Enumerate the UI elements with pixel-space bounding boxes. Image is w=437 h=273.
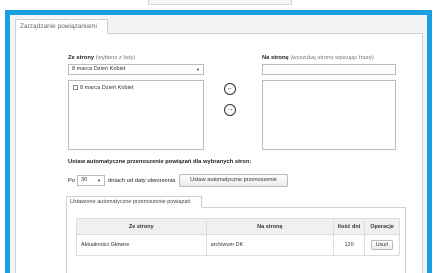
from-page-hint: (wybierz z listy) — [95, 55, 136, 61]
from-page-label-text: Ze strony — [68, 55, 95, 61]
chevron-down-icon: ▼ — [97, 178, 101, 183]
column-header-from: Ze strony — [76, 218, 207, 235]
days-select-value: 30 — [81, 177, 88, 183]
cell-to: archiwum DK — [205, 234, 335, 256]
from-page-label: Ze strony (wybierz z listy) — [68, 55, 135, 61]
list-item-label: 8 marca Dzień Kobiet — [80, 85, 134, 91]
top-search-field[interactable] — [148, 0, 292, 5]
auto-transfer-table: Ze strony Na stronę Ilość dni Operacje A… — [76, 218, 400, 256]
to-page-label-text: Na stronę — [262, 55, 289, 61]
column-header-operations: Operacje — [364, 218, 400, 235]
table-row: Aktualności Główne archiwum DK 120 Usuń — [76, 234, 400, 256]
cell-operations: Usuń — [364, 234, 400, 256]
auto-transfer-suffix: dniach od daty utworzenia — [108, 178, 176, 184]
auto-transfer-heading-text: Ustaw automatyczne przenoszenie powiązań… — [68, 159, 252, 165]
from-page-select-value: 8 marca Dzień Kobiet — [72, 66, 126, 72]
auto-transfer-heading: Ustaw automatyczne przenoszenie powiązań… — [68, 159, 251, 165]
cell-from: Aktualności Główne — [76, 234, 207, 256]
auto-transfer-prefix: Po — [68, 178, 76, 184]
tab-manage-links[interactable]: Zarządzanie powiązaniami — [15, 19, 108, 34]
set-auto-transfer-button[interactable]: Ustaw automatyczne przenoszenie — [179, 174, 288, 187]
move-left-arrow-icon[interactable]: ← — [224, 83, 236, 95]
cell-days: 120 — [333, 234, 366, 256]
to-page-label: Na stronę (wyszukaj stronę wpisując fraz… — [262, 55, 374, 61]
from-page-list[interactable]: 8 marca Dzień Kobiet — [68, 80, 204, 150]
chevron-down-icon: ▼ — [196, 67, 200, 72]
delete-button[interactable]: Usuń — [370, 240, 394, 250]
column-header-days: Ilość dni — [333, 218, 366, 235]
days-select[interactable]: 30 ▼ — [77, 175, 105, 186]
list-item[interactable]: 8 marca Dzień Kobiet — [69, 81, 203, 91]
checkbox-icon[interactable] — [73, 85, 78, 90]
from-page-select[interactable]: 8 marca Dzień Kobiet ▼ — [68, 64, 204, 75]
column-header-to: Na stronę — [205, 218, 335, 235]
table-header-row: Ze strony Na stronę Ilość dni Operacje — [76, 218, 400, 235]
to-page-hint: (wyszukaj stronę wpisując frazę) — [290, 55, 374, 61]
to-page-list[interactable] — [262, 80, 396, 150]
to-page-search-input[interactable] — [262, 64, 396, 75]
move-right-arrow-icon[interactable]: → — [224, 104, 236, 116]
tab-auto-transfer-settings[interactable]: Ustawione automatyczne przenoszenie powi… — [66, 196, 202, 208]
